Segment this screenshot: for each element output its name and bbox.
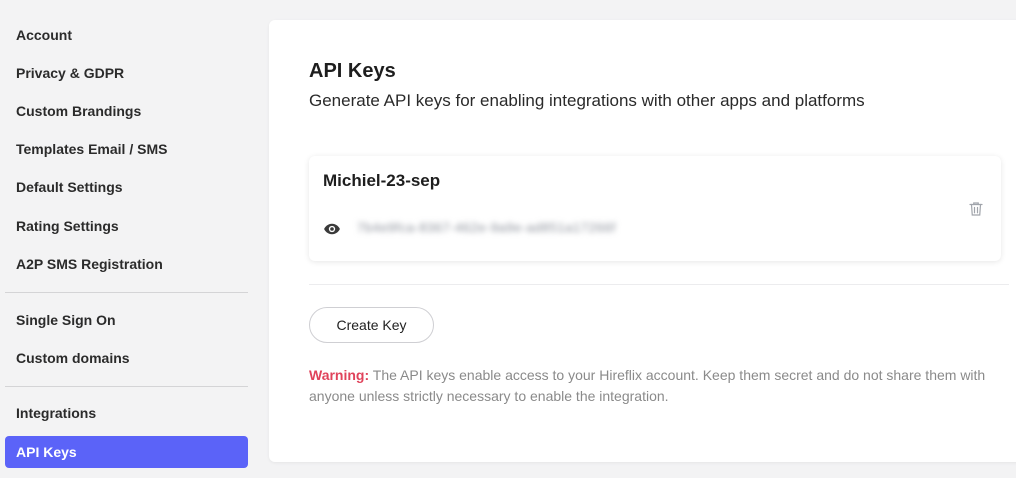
eye-icon[interactable] xyxy=(323,220,341,238)
trash-icon[interactable] xyxy=(967,200,985,218)
sidebar-item-privacy-gdpr[interactable]: Privacy & GDPR xyxy=(5,57,248,89)
create-key-button[interactable]: Create Key xyxy=(309,307,434,343)
sidebar-divider xyxy=(5,386,248,387)
warning-label: Warning: xyxy=(309,367,370,383)
api-key-name: Michiel-23-sep xyxy=(323,171,441,190)
warning-text: The API keys enable access to your Hiref… xyxy=(309,367,986,404)
warning-message: Warning: The API keys enable access to y… xyxy=(309,365,1009,407)
sidebar-item-templates-email-sms[interactable]: Templates Email / SMS xyxy=(5,133,248,165)
sidebar-item-api-keys[interactable]: API Keys xyxy=(5,436,248,468)
sidebar-item-integrations[interactable]: Integrations xyxy=(5,397,248,429)
sidebar-divider xyxy=(5,292,248,293)
section-divider xyxy=(309,284,1009,285)
api-key-card: Michiel-23-sep 7b4e9fca-8367-462e-9a9e-a… xyxy=(309,156,1001,261)
sidebar-item-a2p-sms-registration[interactable]: A2P SMS Registration xyxy=(5,248,248,280)
sidebar-item-account[interactable]: Account xyxy=(5,19,248,51)
page-title: API Keys xyxy=(309,60,396,82)
api-keys-panel: API Keys Generate API keys for enabling … xyxy=(269,20,1016,462)
api-key-value-masked: 7b4e9fca-8367-462e-9a9e-ad851a17266f xyxy=(357,220,616,235)
sidebar-item-custom-brandings[interactable]: Custom Brandings xyxy=(5,95,248,127)
sidebar-item-custom-domains[interactable]: Custom domains xyxy=(5,342,248,374)
settings-sidebar: Account Privacy & GDPR Custom Brandings … xyxy=(0,0,256,478)
sidebar-item-default-settings[interactable]: Default Settings xyxy=(5,171,248,203)
page-subtitle: Generate API keys for enabling integrati… xyxy=(309,91,865,110)
sidebar-item-single-sign-on[interactable]: Single Sign On xyxy=(5,304,248,336)
sidebar-item-rating-settings[interactable]: Rating Settings xyxy=(5,210,248,242)
